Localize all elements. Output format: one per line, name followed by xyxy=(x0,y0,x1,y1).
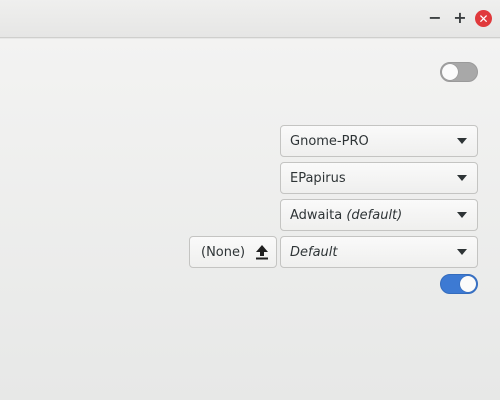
background-mode-value: Default xyxy=(290,244,338,260)
icons-dropdown[interactable]: EPapirus xyxy=(280,162,478,194)
cursor-dropdown[interactable]: Adwaita (default) xyxy=(280,199,478,231)
maximize-button[interactable]: + xyxy=(452,10,468,26)
toggle-knob xyxy=(460,276,476,292)
top-toggle-switch[interactable] xyxy=(440,62,478,82)
bottom-toggle-switch[interactable] xyxy=(440,274,478,294)
minimize-button[interactable]: − xyxy=(427,10,443,26)
icons-dropdown-value: EPapirus xyxy=(290,170,346,186)
theme-dropdown[interactable]: Gnome-PRO xyxy=(280,125,478,157)
background-mode-dropdown[interactable]: Default xyxy=(280,236,478,268)
theme-dropdown-value: Gnome-PRO xyxy=(290,133,369,149)
chevron-down-icon xyxy=(457,175,467,181)
toggle-knob xyxy=(442,64,458,80)
chevron-down-icon xyxy=(457,138,467,144)
chevron-down-icon xyxy=(457,212,467,218)
background-file-label: (None) xyxy=(201,244,246,260)
cursor-dropdown-value: Adwaita (default) xyxy=(290,207,403,223)
chevron-down-icon xyxy=(457,249,467,255)
window-titlebar: − + ✕ xyxy=(0,0,500,38)
upload-icon xyxy=(256,245,268,260)
close-button[interactable]: ✕ xyxy=(475,10,492,27)
background-file-button[interactable]: (None) xyxy=(189,236,277,268)
